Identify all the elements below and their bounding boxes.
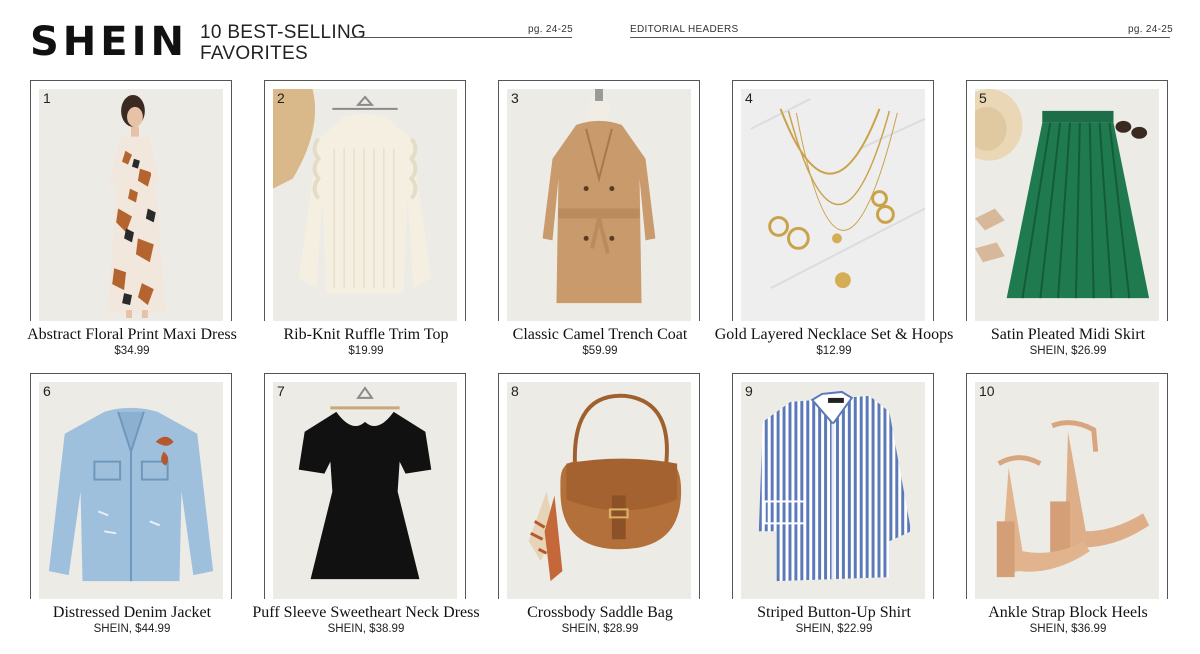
page-number-left: pg. 24-25 (528, 24, 573, 35)
product-caption: Classic Camel Trench Coat $59.99 (480, 326, 720, 358)
striped-shirt-photo (741, 382, 925, 599)
product-card[interactable]: 3 (498, 80, 700, 321)
product-card[interactable]: 5 (966, 80, 1168, 321)
product-number: 2 (277, 90, 285, 106)
header-rule-right (630, 37, 1170, 38)
product-number: 9 (745, 383, 753, 399)
product-name[interactable]: Classic Camel Trench Coat (480, 326, 720, 344)
product-number: 6 (43, 383, 51, 399)
product-name[interactable]: Crossbody Saddle Bag (480, 604, 720, 622)
page-number-right: pg. 24-25 (1128, 24, 1173, 35)
product-caption: Rib-Knit Ruffle Trim Top $19.99 (246, 326, 486, 358)
product-card[interactable]: 2 (264, 80, 466, 321)
product-card[interactable]: 9 (732, 373, 934, 599)
product-card[interactable]: 10 (966, 373, 1168, 599)
header-rule-left (350, 37, 572, 38)
product-name[interactable]: Distressed Denim Jacket (12, 604, 252, 622)
block-heels-photo (975, 382, 1159, 599)
pleated-skirt-photo (975, 89, 1159, 321)
page-title: 10 BEST-SELLING FAVORITES (200, 22, 366, 64)
product-name[interactable]: Abstract Floral Print Maxi Dress (12, 326, 252, 344)
product-price: SHEIN, $26.99 (1029, 345, 1107, 357)
product-card[interactable]: 1 (30, 80, 232, 321)
product-price: SHEIN, $36.99 (1029, 623, 1107, 635)
product-card[interactable]: 8 (498, 373, 700, 599)
product-price: $12.99 (816, 345, 852, 357)
product-name[interactable]: Ankle Strap Block Heels (948, 604, 1188, 622)
product-caption: Ankle Strap Block Heels SHEIN, $36.99 (948, 604, 1188, 636)
product-caption: Satin Pleated Midi Skirt SHEIN, $26.99 (948, 326, 1188, 358)
product-price: $19.99 (348, 345, 384, 357)
product-number: 4 (745, 90, 753, 106)
product-price: SHEIN, $28.99 (561, 623, 639, 635)
product-number: 7 (277, 383, 285, 399)
product-number: 5 (979, 90, 987, 106)
product-price: $34.99 (114, 345, 150, 357)
product-number: 3 (511, 90, 519, 106)
product-caption: Striped Button-Up Shirt SHEIN, $22.99 (714, 604, 954, 636)
page-title-line1: 10 BEST-SELLING (200, 22, 367, 43)
saddle-bag-photo (507, 382, 691, 599)
denim-jacket-photo (39, 382, 223, 599)
product-number: 1 (43, 90, 51, 106)
product-price: $59.99 (582, 345, 618, 357)
product-number: 10 (979, 383, 995, 399)
product-caption: Crossbody Saddle Bag SHEIN, $28.99 (480, 604, 720, 636)
product-price: SHEIN, $44.99 (93, 623, 171, 635)
ruffle-top-photo (273, 89, 457, 321)
product-name[interactable]: Gold Layered Necklace Set & Hoops (714, 326, 954, 344)
product-name[interactable]: Striped Button-Up Shirt (714, 604, 954, 622)
product-number: 8 (511, 383, 519, 399)
product-card[interactable]: 6 (30, 373, 232, 599)
product-caption: Abstract Floral Print Maxi Dress $34.99 (12, 326, 252, 358)
trench-coat-photo (507, 89, 691, 321)
product-card[interactable]: 4 (732, 80, 934, 321)
necklace-set-photo (741, 89, 925, 321)
product-caption: Distressed Denim Jacket SHEIN, $44.99 (12, 604, 252, 636)
product-name[interactable]: Rib-Knit Ruffle Trim Top (246, 326, 486, 344)
section-label: EDITORIAL HEADERS (630, 24, 739, 35)
brand-logo: SHEIN (30, 19, 188, 65)
product-price: SHEIN, $38.99 (327, 623, 405, 635)
product-card[interactable]: 7 (264, 373, 466, 599)
floral-maxi-dress-photo (39, 89, 223, 321)
product-name[interactable]: Puff Sleeve Sweetheart Neck Dress (246, 604, 486, 622)
page-title-line2: FAVORITES (200, 43, 308, 64)
black-dress-photo (273, 382, 457, 599)
product-caption: Gold Layered Necklace Set & Hoops $12.99 (714, 326, 954, 358)
product-caption: Puff Sleeve Sweetheart Neck Dress SHEIN,… (246, 604, 486, 636)
product-name[interactable]: Satin Pleated Midi Skirt (948, 326, 1188, 344)
product-price: SHEIN, $22.99 (795, 623, 873, 635)
